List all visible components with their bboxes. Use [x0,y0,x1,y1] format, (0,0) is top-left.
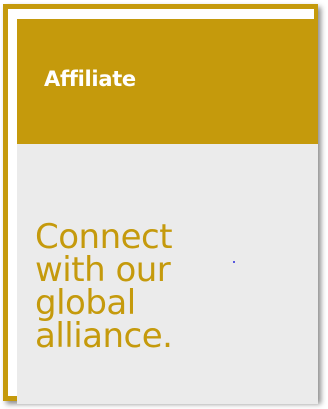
stray-dot [233,261,235,263]
affiliate-card-header: Affiliate [17,19,318,144]
affiliate-card-title: Affiliate [44,67,136,91]
affiliate-card-tagline: Connect with our global alliance. [35,217,173,356]
affiliate-card[interactable]: Affiliate Connect with our global allian… [3,4,318,404]
affiliate-card-panel: Affiliate Connect with our global allian… [17,19,318,404]
